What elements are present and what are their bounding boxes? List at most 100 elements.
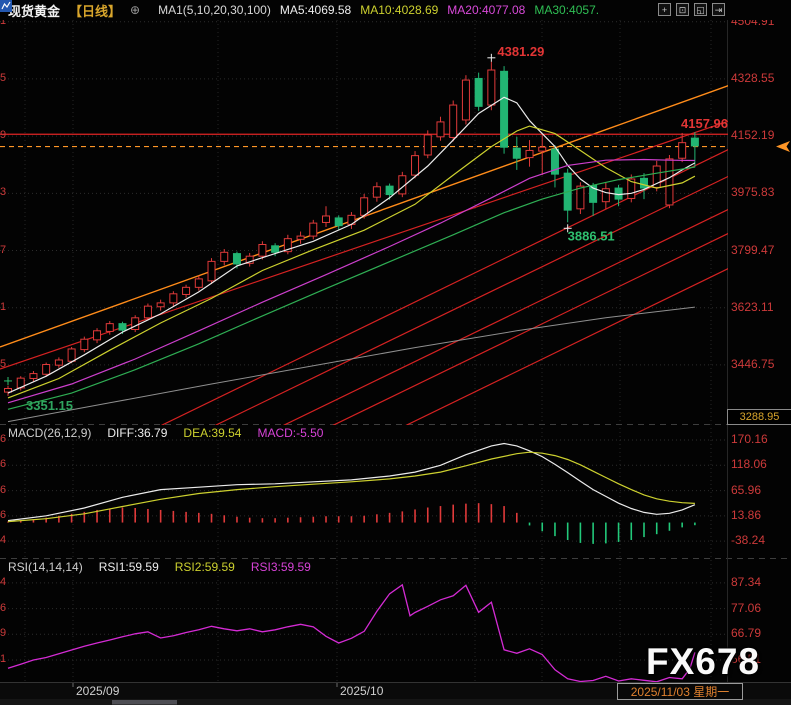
candle-body[interactable] (666, 159, 673, 205)
candle-body[interactable] (170, 294, 177, 303)
rsi-panel[interactable] (8, 585, 695, 682)
ma-line-ma5 (8, 97, 695, 393)
candle-body[interactable] (55, 360, 62, 365)
candle-body[interactable] (272, 246, 279, 252)
candle-body[interactable] (475, 78, 482, 106)
candle-body[interactable] (412, 156, 419, 175)
candle-body[interactable] (259, 245, 266, 257)
trend-line[interactable] (0, 203, 791, 587)
rsi-axis-left-digit: 9 (0, 627, 9, 639)
candle-body[interactable] (577, 186, 584, 209)
candle-body[interactable] (68, 349, 75, 361)
scrollbar-thumb[interactable] (112, 700, 177, 705)
candle-body[interactable] (94, 331, 101, 340)
rsi-axis-label: 77.06 (731, 601, 761, 615)
candle-body[interactable] (602, 189, 609, 202)
candle-body[interactable] (437, 122, 444, 137)
rsi-settings-label: RSI(14,14,14) (8, 560, 83, 574)
macd-panel[interactable] (8, 444, 695, 544)
crosshair-icon[interactable]: + (658, 3, 671, 16)
rsi-legend: RSI(14,14,14) RSI1:59.59 RSI2:59.59 RSI3… (8, 560, 311, 574)
macd-axis-label: 13.86 (731, 508, 761, 522)
pan-mode-icon[interactable]: ◱ (694, 3, 707, 16)
trend-line[interactable] (0, 179, 791, 563)
watermark: FX678 (646, 641, 760, 683)
macd-dea-line (8, 452, 695, 521)
candle-body[interactable] (462, 80, 469, 120)
candle-body[interactable] (424, 135, 431, 155)
price-axis-left-digit: 9 (0, 129, 9, 141)
macd-diff-value: DIFF:36.79 (107, 426, 167, 440)
candle-body[interactable] (615, 188, 622, 199)
candle-body[interactable] (157, 303, 164, 307)
macd-legend: MACD(26,12,9) DIFF:36.79 DEA:39.54 MACD:… (8, 426, 323, 440)
timeframe-label[interactable]: 【日线】 (69, 1, 121, 20)
candle-body[interactable] (679, 143, 686, 159)
axis-zoom-icon[interactable]: ⊡ (676, 3, 689, 16)
macd-axis-left-digit: 6 (0, 509, 9, 521)
candle-body[interactable] (501, 71, 508, 147)
candle-body[interactable] (119, 324, 126, 330)
macd-axis-label: 170.16 (731, 432, 768, 446)
candle-body[interactable] (208, 261, 215, 280)
macd-settings-label: MACD(26,12,9) (8, 426, 91, 440)
rsi-axis-left-digit: 6 (0, 602, 9, 614)
price-axis-label: 4152.19 (731, 128, 774, 142)
candle-body[interactable] (641, 178, 648, 188)
candle-body[interactable] (183, 287, 190, 294)
candle-body[interactable] (221, 252, 228, 261)
candle-body[interactable] (144, 306, 151, 318)
price-annotation: 4157.96 (681, 116, 728, 131)
chart-header: 现货黄金 【日线】 ⊕ MA1(5,10,20,30,100) MA5:4069… (0, 0, 791, 20)
rsi-axis-left-digit: 1 (0, 653, 9, 665)
candle-body[interactable] (526, 150, 533, 157)
current-price-arrow-icon (776, 141, 790, 152)
macd-axis-label: -38.24 (731, 533, 765, 547)
candle-body[interactable] (310, 223, 317, 236)
macd-bar-value: MACD:-5.50 (257, 426, 323, 440)
price-annotation: 4381.29 (497, 44, 544, 59)
candle-body[interactable] (195, 279, 202, 287)
candle-body[interactable] (335, 218, 342, 226)
macd-axis-left-digit: 6 (0, 484, 9, 496)
rsi-axis-left-digit: 4 (0, 576, 9, 588)
ma10-value: MA10:4028.69 (360, 3, 438, 17)
price-axis-left-digit: 3 (0, 186, 9, 198)
rsi-line (8, 585, 695, 682)
price-axis-label: 3446.75 (731, 357, 774, 371)
chart-canvas[interactable]: 4381.294157.963886.513351.15 (0, 0, 791, 705)
candle-body[interactable] (106, 324, 113, 332)
candle-body[interactable] (488, 70, 495, 105)
price-axis-left-digit: 1 (0, 301, 9, 313)
visible-low-badge: 3288.95 (727, 409, 791, 425)
candle-body[interactable] (297, 236, 304, 239)
price-annotation: 3886.51 (568, 228, 615, 243)
candle-body[interactable] (361, 198, 368, 216)
candle-body[interactable] (691, 138, 698, 146)
candle-body[interactable] (81, 339, 88, 349)
candle-body[interactable] (233, 254, 240, 264)
macd-axis-label: 65.96 (731, 483, 761, 497)
candle-body[interactable] (513, 148, 520, 158)
candle-body[interactable] (539, 147, 546, 151)
candle-body[interactable] (386, 186, 393, 194)
price-axis-label: 3975.83 (731, 185, 774, 199)
rsi1-value: RSI1:59.59 (99, 560, 159, 574)
macd-axis-label: 118.06 (731, 457, 767, 471)
ma-line-ma30 (8, 167, 695, 409)
candle-body[interactable] (373, 187, 380, 197)
exit-fullscreen-icon[interactable]: ⇥ (712, 3, 725, 16)
instrument-title: 现货黄金 (8, 1, 60, 20)
macd-axis-left-digit: 6 (0, 458, 9, 470)
price-axis-left-digit: 7 (0, 244, 9, 256)
candle-body[interactable] (323, 216, 330, 222)
main-price-panel[interactable] (0, 54, 791, 623)
ma20-value: MA20:4077.08 (447, 3, 525, 17)
rsi3-value: RSI3:59.59 (251, 560, 311, 574)
candle-body[interactable] (450, 105, 457, 137)
compare-icon[interactable]: ⊕ (130, 3, 140, 17)
candle-body[interactable] (43, 365, 50, 375)
price-axis-label: 3623.11 (731, 300, 774, 314)
candle-body[interactable] (30, 374, 37, 379)
ma-line-ma10 (8, 126, 695, 398)
